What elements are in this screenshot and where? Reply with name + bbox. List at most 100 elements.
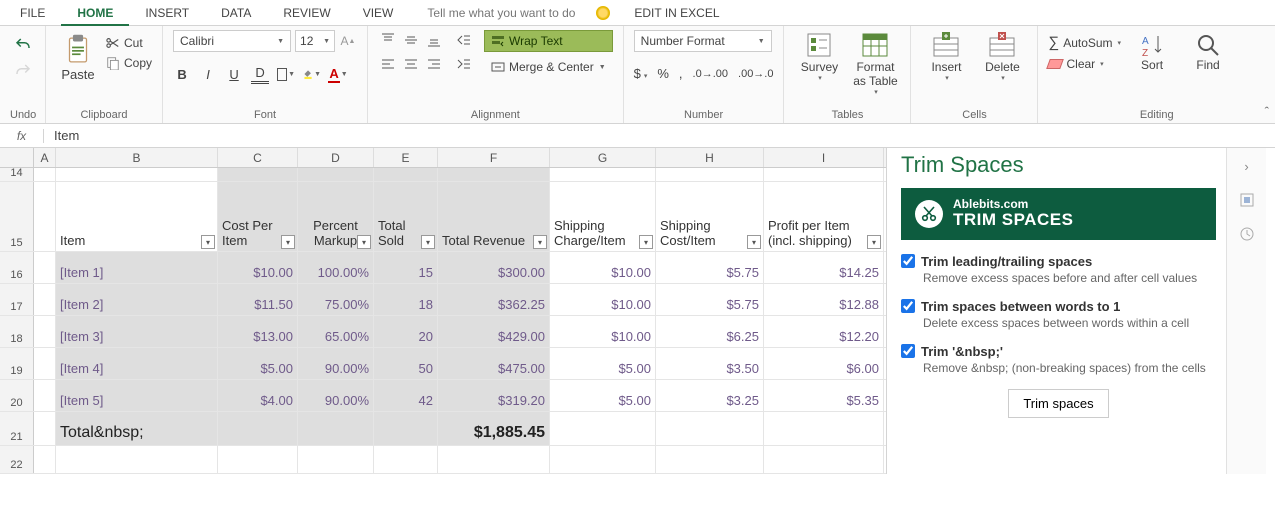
align-top-button[interactable]	[378, 30, 398, 50]
cell-cost[interactable]: $11.50	[218, 284, 298, 315]
cell-profit[interactable]: $12.20	[764, 316, 884, 347]
fill-color-button[interactable]: ▼	[303, 64, 321, 84]
cell-ship-cost[interactable]: $6.25	[656, 316, 764, 347]
cell-item[interactable]: [Item 4]	[56, 348, 218, 379]
cell[interactable]	[764, 168, 884, 181]
cell[interactable]	[56, 168, 218, 181]
cell-item[interactable]: [Item 1]	[56, 252, 218, 283]
cell-profit[interactable]: $14.25	[764, 252, 884, 283]
cell[interactable]	[56, 446, 218, 473]
cut-button[interactable]: Cut	[106, 36, 152, 50]
cell[interactable]	[656, 412, 764, 445]
cell[interactable]	[438, 168, 550, 181]
filter-dropdown-icon[interactable]: ▾	[867, 235, 881, 249]
cell-total-value[interactable]: $1,885.45	[438, 412, 550, 445]
filter-dropdown-icon[interactable]: ▾	[281, 235, 295, 249]
header-item[interactable]: Item▾	[56, 182, 218, 251]
align-middle-button[interactable]	[401, 30, 421, 50]
cell-cost[interactable]: $5.00	[218, 348, 298, 379]
increase-indent-button[interactable]	[454, 54, 474, 74]
cell[interactable]	[34, 284, 56, 315]
cell-ship-cost[interactable]: $5.75	[656, 252, 764, 283]
menu-home[interactable]: HOME	[61, 0, 129, 26]
comma-button[interactable]: ,	[679, 66, 683, 81]
row-header[interactable]: 20	[0, 380, 34, 411]
row-header[interactable]: 19	[0, 348, 34, 379]
cell-ship-cost[interactable]: $3.25	[656, 380, 764, 411]
row-header[interactable]: 16	[0, 252, 34, 283]
italic-button[interactable]: I	[199, 64, 217, 84]
cell-ship-cost[interactable]: $3.50	[656, 348, 764, 379]
filter-dropdown-icon[interactable]: ▾	[747, 235, 761, 249]
cell[interactable]	[656, 168, 764, 181]
row-header-22[interactable]: 22	[0, 446, 34, 473]
cell-ship-charge[interactable]: $10.00	[550, 316, 656, 347]
align-center-button[interactable]	[401, 54, 421, 74]
cell-item[interactable]: [Item 2]	[56, 284, 218, 315]
cell[interactable]	[298, 168, 374, 181]
cell[interactable]	[374, 412, 438, 445]
cell-profit[interactable]: $12.88	[764, 284, 884, 315]
header-cost[interactable]: Cost Per Item▾	[218, 182, 298, 251]
paste-button[interactable]: Paste	[56, 30, 100, 82]
cell[interactable]	[550, 168, 656, 181]
cell-revenue[interactable]: $300.00	[438, 252, 550, 283]
wrap-text-button[interactable]: Wrap Text	[484, 30, 613, 52]
header-ship-cost[interactable]: Shipping Cost/Item▾	[656, 182, 764, 251]
checkbox-trim-nbsp[interactable]	[901, 344, 915, 358]
cell-sold[interactable]: 42	[374, 380, 438, 411]
cell[interactable]	[218, 168, 298, 181]
menu-data[interactable]: DATA	[205, 0, 267, 26]
cell-ship-charge[interactable]: $10.00	[550, 252, 656, 283]
cell-ship-charge[interactable]: $10.00	[550, 284, 656, 315]
cell-cost[interactable]: $13.00	[218, 316, 298, 347]
cell[interactable]	[34, 168, 56, 181]
cell[interactable]	[34, 348, 56, 379]
increase-font-button[interactable]: A▲	[339, 30, 357, 52]
cell-cost[interactable]: $4.00	[218, 380, 298, 411]
select-all-corner[interactable]	[0, 148, 34, 167]
filter-dropdown-icon[interactable]: ▾	[639, 235, 653, 249]
cell[interactable]	[298, 412, 374, 445]
border-button[interactable]: ▼	[277, 64, 295, 84]
row-header-21[interactable]: 21	[0, 412, 34, 445]
align-left-button[interactable]	[378, 54, 398, 74]
option-checkbox-row[interactable]: Trim spaces between words to 1	[901, 299, 1216, 314]
row-header-15[interactable]: 15	[0, 182, 34, 251]
col-header-D[interactable]: D	[298, 148, 374, 167]
font-size-select[interactable]: 12▼	[295, 30, 335, 52]
menu-insert[interactable]: INSERT	[129, 0, 205, 26]
checkbox-trim-between[interactable]	[901, 299, 915, 313]
header-sold[interactable]: Total Sold▾	[374, 182, 438, 251]
cell-ship-charge[interactable]: $5.00	[550, 380, 656, 411]
increase-decimal-button[interactable]: .0→.00	[693, 68, 728, 80]
row-header[interactable]: 18	[0, 316, 34, 347]
header-profit[interactable]: Profit per Item (incl. shipping)▾	[764, 182, 884, 251]
cell-markup[interactable]: 65.00%	[298, 316, 374, 347]
decrease-decimal-button[interactable]: .00→.0	[738, 68, 773, 80]
cell-revenue[interactable]: $362.25	[438, 284, 550, 315]
col-header-C[interactable]: C	[218, 148, 298, 167]
cell[interactable]	[298, 446, 374, 473]
gutter-icon-1[interactable]	[1237, 190, 1257, 210]
percent-button[interactable]: %	[657, 66, 669, 81]
cell[interactable]	[34, 446, 56, 473]
cell[interactable]	[438, 446, 550, 473]
copy-button[interactable]: Copy	[106, 56, 152, 70]
bold-button[interactable]: B	[173, 64, 191, 84]
cell[interactable]	[218, 446, 298, 473]
cell[interactable]	[550, 446, 656, 473]
cell-markup[interactable]: 90.00%	[298, 348, 374, 379]
row-header-14[interactable]: 14	[0, 168, 34, 181]
decrease-indent-button[interactable]	[454, 30, 474, 50]
sort-button[interactable]: AZ Sort	[1127, 30, 1177, 72]
cell-sold[interactable]: 20	[374, 316, 438, 347]
option-checkbox-row[interactable]: Trim leading/trailing spaces	[901, 254, 1216, 269]
cell-markup[interactable]: 90.00%	[298, 380, 374, 411]
font-name-select[interactable]: Calibri▼	[173, 30, 291, 52]
align-right-button[interactable]	[424, 54, 444, 74]
checkbox-trim-leading[interactable]	[901, 254, 915, 268]
filter-dropdown-icon[interactable]: ▾	[201, 235, 215, 249]
expand-pane-icon[interactable]: ›	[1237, 156, 1257, 176]
cell[interactable]	[764, 446, 884, 473]
